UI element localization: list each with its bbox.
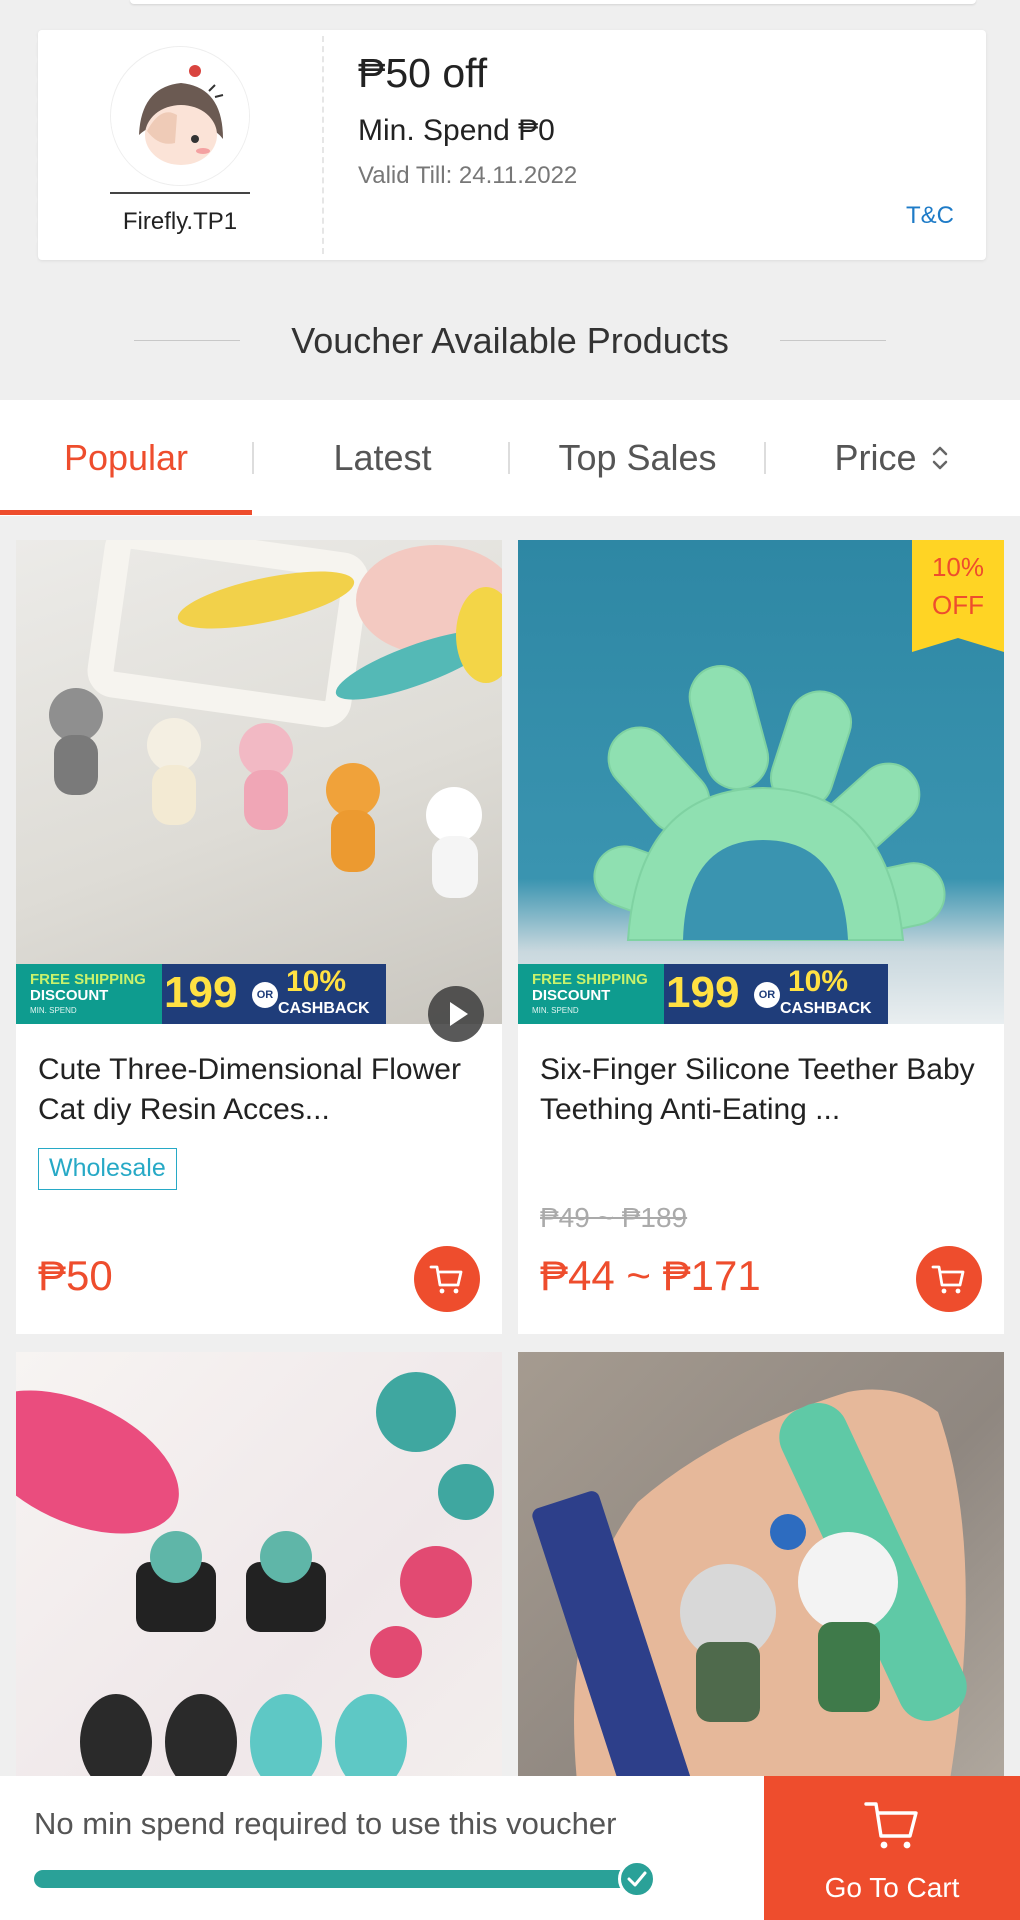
avatar-underline (110, 192, 250, 194)
enamel-charms-illustration (16, 1372, 494, 1790)
cat-charms-illustration (49, 540, 502, 898)
tab-latest-label: Latest (333, 437, 432, 478)
promo-or: OR (252, 982, 278, 1008)
promo-free-shipping: FREE SHIPPING (532, 971, 648, 988)
voucher-shop[interactable]: Firefly.TP1 (38, 30, 322, 260)
section-line-right (780, 340, 886, 341)
go-to-cart-label: Go To Cart (824, 1872, 960, 1903)
promo-discount: DISCOUNT (532, 987, 611, 1004)
voucher-valid-till: Valid Till: 24.11.2022 (358, 162, 578, 189)
section-title: Voucher Available Products (291, 320, 729, 361)
play-video-icon[interactable] (428, 986, 484, 1042)
add-to-cart-button[interactable] (916, 1246, 982, 1312)
discount-badge-percent: 10% (931, 552, 985, 582)
product-card[interactable]: FREE SHIPPING DISCOUNT MIN. SPEND 199 OR… (16, 540, 502, 1334)
cart-icon (429, 1265, 463, 1294)
product-name: Cute Three-Dimensional Flower Cat diy Re… (38, 1053, 461, 1126)
voucher-progress-bar (34, 1870, 654, 1888)
original-price: ₱49 ~ ₱189 (540, 1202, 688, 1233)
bottom-bar: No min spend required to use this vouche… (0, 1776, 1020, 1920)
tab-price-label: Price (834, 437, 917, 478)
voucher-min-spend: Min. Spend ₱0 (358, 114, 555, 147)
tab-top-sales-label: Top Sales (558, 437, 717, 478)
discount-badge-off: OFF (932, 590, 984, 620)
tab-separator (252, 442, 254, 474)
shop-avatar (110, 46, 250, 186)
tab-top-sales[interactable]: Top Sales (510, 400, 765, 516)
product-card[interactable] (16, 1352, 502, 1792)
promo-or: OR (754, 982, 780, 1008)
promo-cashback: CASHBACK (780, 1000, 872, 1017)
promo-min-spend: MIN. SPEND (30, 1006, 77, 1015)
promo-amount: 199 (666, 968, 740, 1017)
product-card[interactable]: 10% OFF FREE SHIPPING DISCOUNT MIN. SPEN… (518, 540, 1004, 1334)
discount-badge: 10% OFF (912, 540, 1004, 652)
tab-popular[interactable]: Popular (0, 400, 252, 516)
promo-free-shipping: FREE SHIPPING (30, 971, 146, 988)
promo-discount: DISCOUNT (30, 987, 109, 1004)
check-icon (618, 1860, 656, 1898)
tnc-link[interactable]: T&C (906, 202, 954, 230)
product-image[interactable]: 10% OFF FREE SHIPPING DISCOUNT MIN. SPEN… (518, 540, 1004, 1024)
top-strip (130, 0, 976, 4)
checkmark-glyph (627, 1871, 647, 1887)
voucher-divider (322, 36, 324, 254)
active-tab-underline (0, 510, 252, 515)
product-image[interactable] (16, 1352, 502, 1792)
add-to-cart-button[interactable] (414, 1246, 480, 1312)
shop-name: Firefly.TP1 (122, 208, 238, 235)
product-price: ₱44 ~ ₱171 (540, 1252, 761, 1299)
promo-banner: FREE SHIPPING DISCOUNT MIN. SPEND 199 OR… (16, 964, 386, 1024)
wholesale-tag: Wholesale (38, 1148, 177, 1190)
promo-percent: 10% (788, 965, 849, 998)
promo-amount: 199 (164, 968, 238, 1017)
tab-latest[interactable]: Latest (255, 400, 510, 516)
product-card[interactable] (518, 1352, 1004, 1792)
promo-banner: FREE SHIPPING DISCOUNT MIN. SPEND 199 OR… (518, 964, 888, 1024)
cart-icon (864, 1802, 918, 1849)
tab-price[interactable]: Price (765, 400, 1020, 516)
sort-tabs: Popular Latest Top Sales Price (0, 400, 1020, 516)
product-name: Six-Finger Silicone Teether Baby Teethin… (540, 1053, 975, 1126)
cart-icon (931, 1265, 965, 1294)
sort-updown-icon (932, 446, 947, 470)
ninja-keychain-illustration (532, 1389, 967, 1792)
go-to-cart-button[interactable]: Go To Cart (764, 1776, 1020, 1920)
product-image[interactable] (518, 1352, 1004, 1792)
voucher-progress-message: No min spend required to use this vouche… (34, 1806, 617, 1841)
promo-percent: 10% (286, 965, 347, 998)
voucher-card: Firefly.TP1 ₱50 off Min. Spend ₱0 Valid … (30, 30, 986, 260)
tab-popular-label: Popular (63, 437, 189, 478)
product-image[interactable]: FREE SHIPPING DISCOUNT MIN. SPEND 199 OR… (16, 540, 502, 1042)
product-price: ₱50 (38, 1252, 113, 1299)
voucher-title: ₱50 off (358, 50, 488, 96)
avatar-illustration (111, 47, 249, 185)
promo-cashback: CASHBACK (278, 1000, 370, 1017)
promo-min-spend: MIN. SPEND (532, 1006, 579, 1015)
